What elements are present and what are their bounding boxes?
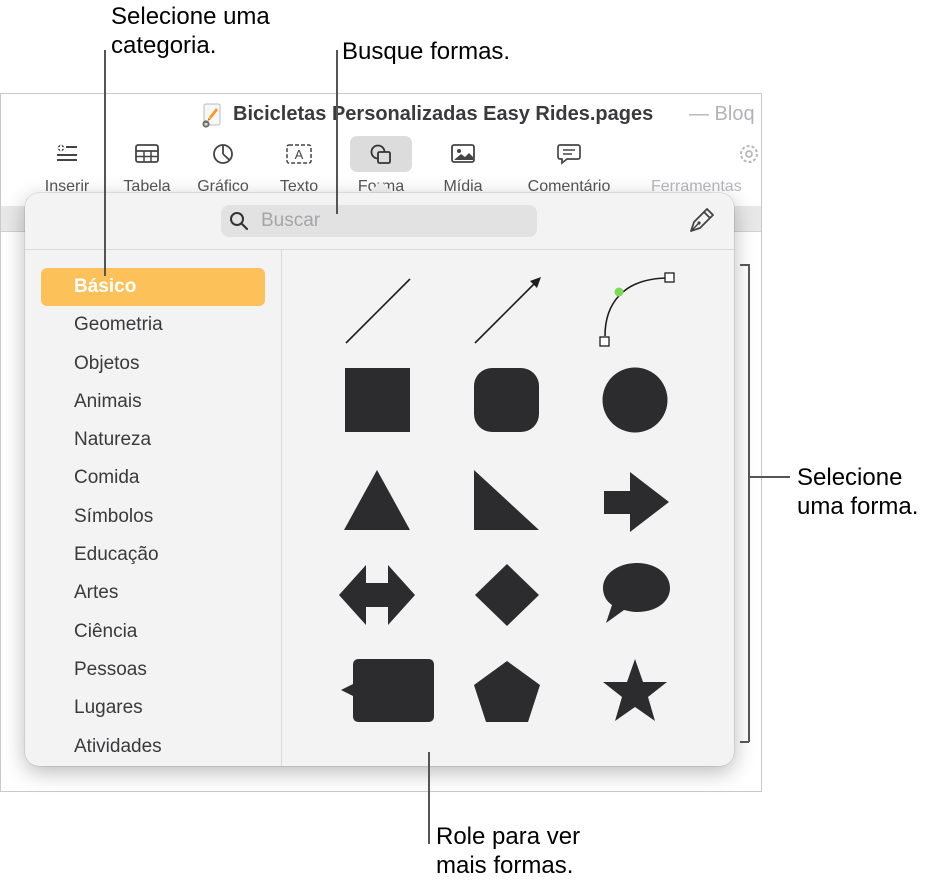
shape-grid	[282, 250, 734, 766]
pages-document-icon	[202, 103, 221, 128]
shape-curve[interactable]	[597, 265, 697, 350]
scroll-callout: Role para ver mais formas.	[436, 822, 580, 880]
shape-callout-line	[749, 476, 790, 478]
shape-diamond[interactable]	[475, 564, 539, 626]
document-title: Bicicletas Personalizadas Easy Rides.pag…	[233, 103, 654, 125]
shape-line[interactable]	[342, 270, 422, 350]
category-item-geometry[interactable]: Geometria	[41, 306, 265, 344]
title-bar: Bicicletas Personalizadas Easy Rides.pag…	[1, 94, 761, 136]
search-callout: Busque formas.	[342, 38, 511, 65]
shape-circle[interactable]	[602, 367, 668, 433]
shape-triangle[interactable]	[344, 470, 410, 530]
category-item-basic[interactable]: Básico	[41, 268, 265, 307]
category-callout-line1: Selecione uma	[111, 3, 270, 30]
category-item-places[interactable]: Lugares	[41, 689, 265, 727]
pen-tool-icon[interactable]	[687, 207, 715, 235]
insert-icon	[53, 140, 81, 168]
shape-arrow-line[interactable]	[470, 270, 550, 350]
category-item-education[interactable]: Educação	[41, 536, 265, 574]
table-icon	[133, 140, 161, 168]
shape-speech-bubble[interactable]	[603, 563, 670, 623]
media-icon	[449, 140, 477, 168]
popover-pointer	[369, 181, 393, 193]
search-icon	[230, 212, 249, 231]
shape-callout-bracket-bottom	[740, 741, 749, 743]
category-item-science[interactable]: Ciência	[41, 613, 265, 651]
shape-arrow[interactable]	[604, 472, 669, 532]
shape-callout-line2: uma forma.	[797, 493, 919, 520]
svg-text:A: A	[295, 147, 304, 162]
category-callout-line2: categoria.	[111, 32, 217, 59]
category-item-objects[interactable]: Objetos	[41, 345, 265, 383]
shape-callout-bracket-vertical	[748, 264, 750, 742]
shapes-popover: Básico Geometria Objetos Animais Naturez…	[25, 193, 734, 766]
shape-square[interactable]	[345, 368, 410, 432]
search-callout-line	[336, 50, 338, 214]
tools-gear-icon	[735, 140, 761, 168]
chart-icon	[209, 140, 237, 168]
category-item-animals[interactable]: Animais	[41, 383, 265, 421]
comment-icon	[555, 140, 583, 168]
category-callout: Selecione uma categoria.	[111, 2, 270, 60]
scroll-callout-line1: Role para ver	[436, 823, 581, 850]
shape-callout-line1: Selecione	[797, 464, 903, 491]
shape-search-field[interactable]	[221, 205, 537, 237]
shape-callout-bracket-top	[740, 264, 749, 266]
category-item-food[interactable]: Comida	[41, 459, 265, 497]
document-title-suffix: — Bloq	[689, 103, 755, 125]
shape-search-input[interactable]	[261, 208, 521, 234]
shape-star[interactable]	[603, 659, 667, 721]
category-callout-line	[104, 50, 106, 276]
shape-right-triangle[interactable]	[474, 470, 539, 530]
category-item-arts[interactable]: Artes	[41, 574, 265, 612]
category-item-nature[interactable]: Natureza	[41, 421, 265, 459]
shape-rounded-square[interactable]	[474, 368, 539, 432]
category-item-activities[interactable]: Atividades	[41, 728, 265, 766]
shape-double-arrow[interactable]	[339, 565, 415, 625]
category-item-symbols[interactable]: Símbolos	[41, 498, 265, 536]
shape-callout: Selecione uma forma.	[797, 463, 918, 521]
text-box-icon: A	[285, 140, 313, 168]
category-item-people[interactable]: Pessoas	[41, 651, 265, 689]
shape-callout-square[interactable]	[341, 659, 434, 722]
scroll-callout-line	[428, 752, 430, 844]
category-list: Básico Geometria Objetos Animais Naturez…	[41, 268, 265, 766]
shape-icon	[350, 136, 412, 172]
shape-pentagon[interactable]	[474, 661, 540, 722]
scroll-callout-line2: mais formas.	[436, 852, 574, 879]
